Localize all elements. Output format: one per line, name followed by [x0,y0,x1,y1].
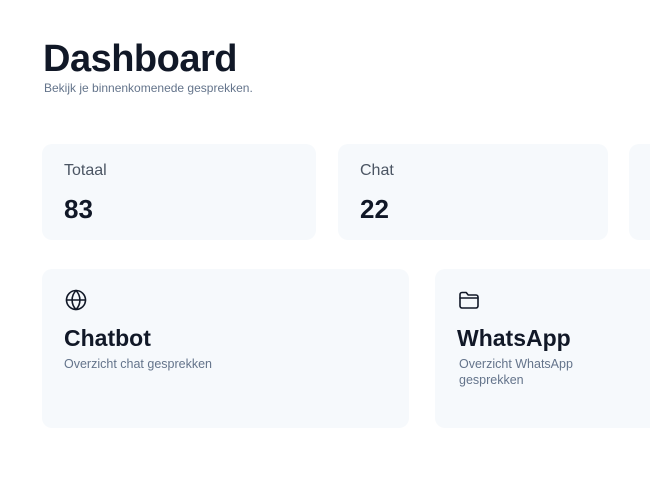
stat-value: 83 [64,194,93,224]
page-title: Dashboard [43,38,237,80]
whatsapp-card-description: Overzicht WhatsApp gesprekken [459,357,573,387]
stat-card-totaal: Totaal 83 [42,144,316,240]
stat-value: 22 [360,194,389,224]
stat-card-partial [629,144,650,240]
globe-icon [65,289,87,311]
whatsapp-card[interactable]: WhatsApp Overzicht WhatsApp gesprekken [435,269,650,428]
stat-label: Totaal [64,162,107,179]
page-subtitle: Bekijk je binnenkomenede gesprekken. [44,81,253,95]
chatbot-card-title: Chatbot [64,325,151,351]
chatbot-card[interactable]: Chatbot Overzicht chat gesprekken [42,269,409,428]
stat-label: Chat [360,162,394,179]
whatsapp-card-title: WhatsApp [457,325,571,351]
stat-card-chat: Chat 22 [338,144,608,240]
dashboard-page: Dashboard Bekijk je binnenkomenede gespr… [0,0,650,478]
folder-icon [459,291,479,309]
chatbot-card-description: Overzicht chat gesprekken [64,357,212,371]
